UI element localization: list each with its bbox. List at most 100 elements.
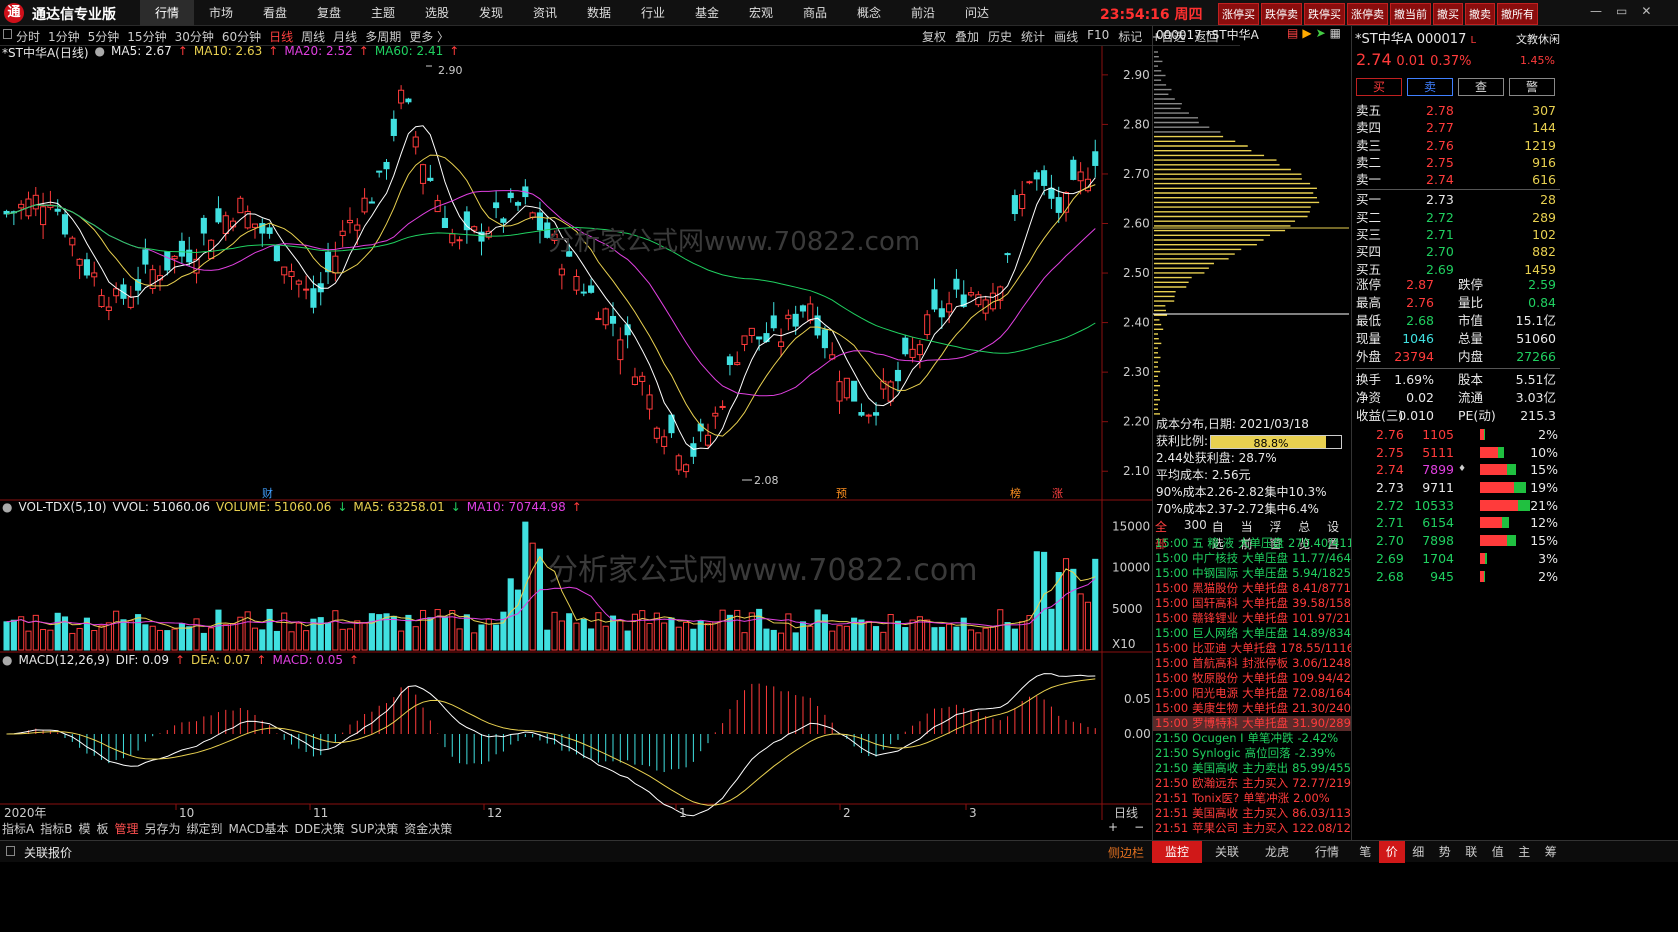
quote-tab[interactable]: 主 — [1511, 841, 1538, 863]
monitor-stock: 欧瀚远东 — [1192, 776, 1239, 790]
quote-tab[interactable]: 联 — [1458, 841, 1485, 863]
quick-trade-button[interactable]: 跌停买 — [1304, 3, 1345, 25]
linked-quote-label[interactable]: 关联报价 — [24, 844, 72, 861]
buy-button[interactable]: 买 — [1356, 78, 1402, 96]
status-tab[interactable]: 监控 — [1152, 841, 1202, 863]
sector-tag[interactable]: 文教休闲 — [1516, 31, 1560, 47]
indicator-tab[interactable]: 绑定到 — [187, 820, 223, 838]
indicator-tab[interactable]: 指标B — [40, 820, 72, 838]
monitor-row[interactable]: 15:00首航高科封涨停板3.06/12486 — [1153, 656, 1351, 671]
indicator-tab[interactable]: 资金决策 — [404, 820, 452, 838]
quote-tab[interactable]: 细 — [1405, 841, 1432, 863]
monitor-row[interactable]: 21:50欧瀚远东主力买入72.77/21928 — [1153, 776, 1351, 791]
alert-button[interactable]: 警 — [1509, 78, 1555, 96]
indicator-tab[interactable]: 板 — [96, 820, 108, 838]
monitor-row[interactable]: 21:50美国高收主力卖出85.99/45540 — [1153, 761, 1351, 776]
indicator-tab[interactable]: SUP决策 — [351, 820, 399, 838]
flag-icon[interactable]: ▶ — [1302, 26, 1311, 40]
monitor-row[interactable]: 15:00 比亚迪 大单托盘 178.55/1116 — [1153, 641, 1351, 656]
volume-bar — [836, 625, 843, 651]
monitor-row[interactable]: 21:51美国高收主力买入86.03/11379 — [1153, 806, 1351, 821]
collapse-icon[interactable]: ● — [2, 653, 12, 667]
event-marker[interactable]: 财 — [262, 486, 273, 500]
volume-bar — [690, 628, 697, 651]
quick-trade-button[interactable]: 跌停卖 — [1261, 3, 1302, 25]
monitor-value: 2.00% — [1293, 791, 1330, 805]
level-pct: 3% — [1538, 550, 1558, 566]
monitor-row[interactable]: 21:50 Synlogic 高位回落 -2.39% — [1153, 746, 1351, 761]
quote-tab[interactable]: 笔 — [1352, 841, 1379, 863]
candle-body — [514, 202, 522, 206]
quote-link-icon[interactable] — [6, 846, 15, 856]
indicator-tab[interactable]: 指标A — [2, 820, 34, 838]
quote-tab[interactable]: 势 — [1432, 841, 1459, 863]
level-price: 2.72 — [1376, 497, 1404, 513]
monitor-row[interactable]: 15:00 五 粮 液大单压盘 270.40/411 — [1153, 536, 1351, 551]
candle-body — [376, 170, 383, 173]
level-price: 2.76 — [1426, 137, 1454, 153]
quote-tab[interactable]: 价 — [1378, 841, 1405, 863]
volume-bar — [953, 626, 960, 651]
level-volume: 616 — [1532, 172, 1556, 188]
monitor-row[interactable]: 21:51苹果公司主力买入122.08/1239 — [1153, 821, 1351, 836]
quick-trade-button[interactable]: 撤当前 — [1390, 3, 1431, 25]
query-button[interactable]: 查 — [1458, 78, 1504, 96]
quick-trade-button[interactable]: 涨停买 — [1218, 3, 1259, 25]
quote-tab[interactable]: 值 — [1485, 841, 1512, 863]
stat-label: PE(动) — [1458, 408, 1496, 423]
candle-body — [1004, 253, 1011, 256]
monitor-row[interactable]: 21:51 Tonix医? 单笔冲涨 2.00% — [1153, 791, 1351, 806]
volume-bar — [441, 616, 449, 651]
monitor-row[interactable]: 15:00中广核技大单压盘11.77/4643 — [1153, 551, 1351, 566]
status-tab[interactable]: 关联 — [1202, 841, 1252, 863]
indicator-tab[interactable]: MACD基本 — [229, 820, 289, 838]
monitor-row[interactable]: 15:00巨人网络大单压盘14.89/8348 — [1153, 626, 1351, 641]
quick-trade-button[interactable]: 撤所有 — [1497, 3, 1538, 25]
monitor-row[interactable]: 21:50 Ocugen I 单笔冲跌 -2.42% — [1153, 731, 1351, 746]
quote-tab[interactable]: 筹 — [1538, 841, 1565, 863]
monitor-row[interactable]: 15:00国轩高科大单托盘39.58/1581 — [1153, 596, 1351, 611]
zoom-out-button[interactable]: − — [1134, 820, 1144, 834]
grid-icon[interactable]: ▦ — [1330, 26, 1341, 40]
monitor-row[interactable]: 15:00赣锋锂业大单托盘101.97/2123 — [1153, 611, 1351, 626]
level-price: 2.77 — [1426, 120, 1454, 136]
status-tab[interactable]: 行情 — [1302, 841, 1352, 863]
monitor-row[interactable]: 15:00罗博特科大单托盘31.90/2899 — [1153, 716, 1351, 731]
zoom-in-button[interactable]: + — [1108, 820, 1118, 834]
settings-icon[interactable]: ● — [95, 44, 105, 61]
monitor-type: 高位回落 — [1244, 746, 1291, 760]
indicator-tab[interactable]: 管理 — [114, 820, 138, 838]
status-tab[interactable]: 龙虎 — [1252, 841, 1302, 863]
arrow-icon[interactable]: ➤ — [1316, 26, 1326, 40]
volume-bar — [938, 626, 945, 651]
monitor-row[interactable]: 15:00牧原股份大单托盘109.94/4237 — [1153, 671, 1351, 686]
indicator-tab[interactable]: DDE决策 — [295, 820, 345, 838]
monitor-type: 大单压盘 — [1242, 626, 1289, 640]
quick-trade-button[interactable]: 撤买 — [1433, 3, 1463, 25]
event-marker[interactable]: 涨 — [1052, 487, 1063, 500]
event-marker[interactable]: 预 — [836, 487, 847, 500]
collapse-icon[interactable]: ● — [2, 500, 12, 514]
monitor-row[interactable]: 15:00 黑猫股份 大单托盘 8.41/8771 — [1153, 581, 1351, 596]
indicator-tab[interactable]: 模 — [78, 820, 90, 838]
monitor-row[interactable]: 15:00阳光电源大单托盘72.08/1642 — [1153, 686, 1351, 701]
indicator-tab[interactable]: 另存为 — [145, 820, 181, 838]
minimize-icon[interactable]: — — [1590, 4, 1602, 18]
kline-chart[interactable]: 2.90 2.80 2.70 2.60 2.50 2.40 2.30 2.20 2.10 2.90… — [0, 0, 1152, 840]
quick-trade-button[interactable]: 撤卖 — [1465, 3, 1495, 25]
order-book-row: 卖一 2.74 616 — [1356, 171, 1560, 188]
monitor-row[interactable]: 15:00美康生物大单托盘21.30/2404 — [1153, 701, 1351, 716]
monitor-row[interactable]: 15:00中钢国际大单压盘5.94/18251 — [1153, 566, 1351, 581]
stat-label: 内盘 — [1458, 349, 1484, 364]
chart-icon[interactable]: ▤ — [1287, 26, 1298, 40]
window-controls: — ▭ ✕ — [1590, 4, 1651, 18]
event-marker[interactable]: 榜 — [1010, 486, 1021, 500]
quick-trade-button[interactable]: 涨停卖 — [1347, 3, 1388, 25]
maximize-icon[interactable]: ▭ — [1616, 4, 1627, 18]
candle-body — [639, 375, 646, 382]
sell-button[interactable]: 卖 — [1407, 78, 1453, 96]
sidebar-toggle[interactable]: 侧边栏 — [1108, 844, 1144, 861]
price-volume-distribution: 2.76 1105 2% 2.75 5111 10% 2.74 7899 ♦ 15% 2.73 971… — [1352, 426, 1562, 585]
volume-bar — [843, 625, 850, 651]
close-icon[interactable]: ✕ — [1641, 4, 1651, 18]
